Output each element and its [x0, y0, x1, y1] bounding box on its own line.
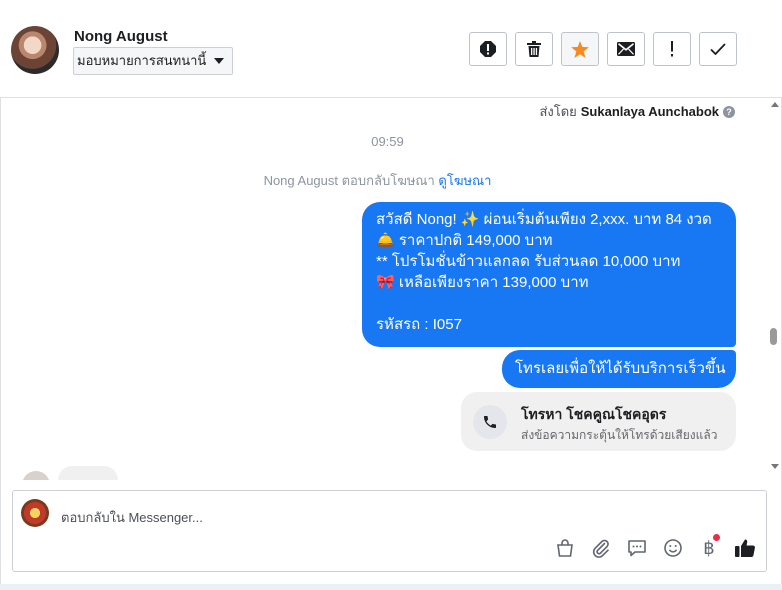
- outgoing-message-bubble[interactable]: โทรเลยเพื่อให้ได้รับบริการเร็วขึ้น: [502, 350, 736, 388]
- follow-up-button[interactable]: [653, 32, 691, 66]
- conversation-toolbar: [469, 32, 737, 66]
- reply-input[interactable]: ตอบกลับใน Messenger...: [61, 507, 203, 528]
- conversation-header: Nong August มอบหมายการสนทนานี้: [0, 0, 782, 98]
- call-button-card[interactable]: โทรหา โชคคูณโชคอุดร ส่งข้อความกระตุ้นให้…: [461, 392, 736, 451]
- contact-name[interactable]: Nong August: [74, 28, 168, 45]
- page-avatar: [21, 499, 49, 527]
- contact-avatar-small: [22, 471, 50, 480]
- spam-icon: [480, 41, 496, 57]
- bottom-edge: [0, 584, 782, 590]
- emoji-icon[interactable]: [662, 537, 684, 559]
- saved-reply-icon[interactable]: [626, 537, 648, 559]
- sent-by-prefix: ส่งโดย: [539, 104, 577, 119]
- scrollbar-thumb[interactable]: [770, 328, 777, 345]
- shopping-bag-icon[interactable]: [554, 537, 576, 559]
- help-icon[interactable]: ?: [723, 105, 735, 118]
- scroll-down-arrow-icon[interactable]: [771, 464, 779, 469]
- mark-spam-button[interactable]: [469, 32, 507, 66]
- phone-icon: [473, 405, 507, 439]
- view-ad-link[interactable]: ดูโฆษณา: [438, 173, 491, 188]
- message-line: รหัสรถ : I057: [376, 316, 462, 333]
- star-button[interactable]: [561, 32, 599, 66]
- message-line: 🛎️ ราคาปกติ 149,000 บาท: [376, 232, 553, 249]
- paperclip-icon[interactable]: [590, 537, 612, 559]
- baht-payment-icon[interactable]: ฿: [698, 534, 720, 559]
- delete-button[interactable]: [515, 32, 553, 66]
- sent-by-name[interactable]: Sukanlaya Aunchabok: [581, 104, 719, 119]
- thumbs-up-icon[interactable]: [734, 537, 756, 559]
- message-line: 🎀 เหลือเพียงราคา 139,000 บาท: [376, 274, 589, 291]
- mark-done-button[interactable]: [699, 32, 737, 66]
- sent-by-line: ส่งโดย Sukanlaya Aunchabok ?: [539, 101, 735, 122]
- contact-avatar[interactable]: [11, 26, 59, 74]
- star-icon: [571, 40, 589, 58]
- scroll-up-arrow-icon[interactable]: [771, 102, 779, 107]
- thread-scrollbar[interactable]: [768, 98, 781, 480]
- trash-icon: [527, 41, 541, 57]
- envelope-icon: [617, 42, 635, 56]
- incoming-message-bubble[interactable]: [58, 466, 118, 480]
- mark-unread-button[interactable]: [607, 32, 645, 66]
- assign-conversation-dropdown[interactable]: มอบหมายการสนทนานี้: [73, 47, 234, 75]
- ad-reply-text: Nong August ตอบกลับโฆษณา: [263, 173, 435, 188]
- composer-actions: ฿: [554, 534, 756, 559]
- exclamation-icon: [671, 41, 673, 57]
- message-line: ** โปรโมชั่นข้าวแลกลด รับส่วนลด 10,000 บ…: [376, 253, 681, 270]
- notification-dot: [713, 534, 720, 541]
- reply-composer[interactable]: ตอบกลับใน Messenger... ฿: [12, 490, 767, 572]
- assign-label: มอบหมายการสนทนานี้: [77, 53, 207, 68]
- message-timestamp: 09:59: [371, 134, 404, 149]
- outgoing-message-bubble[interactable]: สวัสดี Nong! ✨ ผ่อนเริ่มต้นเพียง 2,xxx. …: [362, 202, 736, 347]
- call-card-title: โทรหา โชคคูณโชคอุดร: [521, 406, 667, 422]
- ad-reply-notice: Nong August ตอบกลับโฆษณา ดูโฆษณา: [0, 170, 755, 191]
- message-line: [376, 293, 724, 314]
- message-line: สวัสดี Nong! ✨ ผ่อนเริ่มต้นเพียง 2,xxx. …: [376, 211, 712, 228]
- checkmark-icon: [710, 43, 726, 55]
- message-thread[interactable]: ส่งโดย Sukanlaya Aunchabok ? 09:59 Nong …: [0, 98, 768, 480]
- caret-down-icon: [214, 58, 225, 64]
- call-card-subtitle: ส่งข้อความกระตุ้นให้โทรด้วยเสียงแล้ว: [521, 428, 718, 442]
